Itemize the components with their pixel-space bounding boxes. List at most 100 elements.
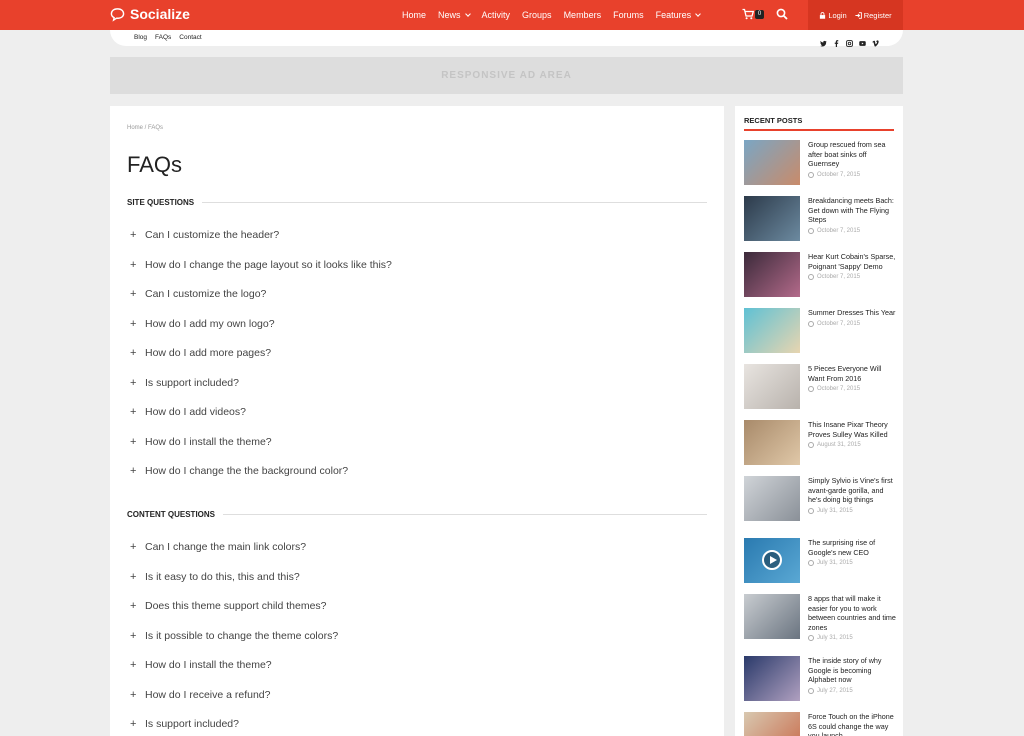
post-thumbnail[interactable] [744,252,800,297]
faq-section-content: CONTENT QUESTIONS + Can I change the main… [127,508,707,736]
clock-icon [808,635,814,641]
recent-post[interactable]: 8 apps that will make it easier for you … [744,594,898,641]
recent-post[interactable]: Force Touch on the iPhone 6S could chang… [744,712,898,736]
subnav-blog[interactable]: Blog [134,34,147,41]
post-date-text: October 7, 2015 [817,320,861,327]
post-title[interactable]: Simply Sylvio is Vine's first avant-gard… [808,476,896,505]
faq-item[interactable]: + How do I receive a refund? [127,689,707,719]
top-navigation-inner: Socialize Home News Activity Groups Members F… [110,0,903,30]
post-title[interactable]: 5 Pieces Everyone Will Want From 2016 [808,364,896,383]
faq-item[interactable]: + How do I add my own logo? [127,318,707,348]
recent-post[interactable]: The surprising rise of Google's new CEO J… [744,538,898,583]
plus-icon: + [130,600,137,612]
vimeo-icon[interactable] [872,34,879,47]
post-title[interactable]: Summer Dresses This Year [808,308,896,318]
post-thumbnail[interactable] [744,196,800,241]
register-button[interactable]: Register [855,11,892,20]
clock-icon [808,507,814,514]
post-date-text: July 31, 2015 [817,560,853,566]
main-navigation: Home News Activity Groups Members Forums Featu… [396,0,706,30]
faq-item[interactable]: + Can I customize the header? [127,229,707,259]
post-title[interactable]: Breakdancing meets Bach: Get down with T… [808,196,896,225]
faq-question: How do I install the theme? [145,435,272,448]
clock-icon [808,442,814,448]
site-logo[interactable]: Socialize [110,6,190,22]
facebook-icon[interactable] [833,34,840,47]
faq-question: How do I change the page layout so it lo… [145,258,392,271]
post-thumbnail[interactable] [744,538,800,583]
clock-icon [808,687,814,694]
youtube-icon[interactable] [859,34,866,46]
faq-question: Is support included? [145,376,239,389]
register-label: Register [863,10,892,20]
faq-item[interactable]: + How do I add videos? [127,406,707,436]
recent-post[interactable]: Group rescued from sea after boat sinks … [744,140,898,185]
play-icon [762,550,782,570]
top-navigation-bar: Socialize Home News Activity Groups Members F… [0,0,1024,30]
faq-item[interactable]: + Is support included? [127,377,707,407]
post-title[interactable]: 8 apps that will make it easier for you … [808,594,896,632]
faq-item[interactable]: + How do I change the the background colo… [127,465,707,495]
faq-item[interactable]: + Is it possible to change the theme colo… [127,630,707,660]
faq-question: How do I add my own logo? [145,317,275,330]
breadcrumb: Home / FAQs [127,125,164,131]
faq-item[interactable]: + How do I install the theme? [127,659,707,689]
post-date-text: July 27, 2015 [817,687,853,694]
nav-item-activity[interactable]: Activity [482,10,511,20]
faq-item[interactable]: + Can I customize the logo? [127,288,707,318]
faq-item[interactable]: + How do I add more pages? [127,347,707,377]
clock-icon [808,386,814,392]
faq-item[interactable]: + Can I change the main link colors? [127,541,707,571]
post-thumbnail[interactable] [744,656,800,701]
cart-button[interactable]: 0 [742,8,764,20]
nav-item-groups[interactable]: Groups [522,10,552,20]
recent-post[interactable]: Breakdancing meets Bach: Get down with T… [744,196,898,241]
faq-item[interactable]: + Is support included? [127,718,707,736]
nav-item-forums[interactable]: Forums [613,10,644,20]
instagram-icon[interactable] [846,34,853,47]
post-body: Summer Dresses This Year October 7, 2015 [808,308,896,353]
login-button[interactable]: Login [819,11,847,20]
nav-item-home[interactable]: Home [402,10,426,20]
post-thumbnail[interactable] [744,308,800,353]
faq-item[interactable]: + How do I install the theme? [127,436,707,466]
post-thumbnail[interactable] [744,364,800,409]
nav-item-news[interactable]: News [438,10,471,20]
post-date-text: October 7, 2015 [817,274,861,280]
post-date: July 31, 2015 [808,635,896,641]
post-title[interactable]: The surprising rise of Google's new CEO [808,538,896,557]
faq-item[interactable]: + Is it easy to do this, this and this? [127,571,707,601]
post-title[interactable]: Force Touch on the iPhone 6S could chang… [808,712,896,736]
nav-item-features[interactable]: Features [656,10,701,20]
plus-icon: + [130,541,137,553]
secondary-bar: Blog FAQs Contact [110,30,903,47]
post-thumbnail[interactable] [744,140,800,185]
recent-post[interactable]: Hear Kurt Cobain's Sparse, Poignant 'Sap… [744,252,898,297]
faq-item[interactable]: + Does this theme support child themes? [127,600,707,630]
post-title[interactable]: The inside story of why Google is becomi… [808,656,896,685]
post-title[interactable]: This Insane Pixar Theory Proves Sulley W… [808,420,896,439]
recent-post[interactable]: Summer Dresses This Year October 7, 2015 [744,308,898,353]
search-icon[interactable] [776,8,788,20]
plus-icon: + [130,347,137,359]
subnav-faqs[interactable]: FAQs [155,34,171,41]
post-thumbnail[interactable] [744,476,800,521]
nav-item-members[interactable]: Members [564,10,602,20]
ad-banner[interactable]: RESPONSIVE AD AREA [110,57,903,94]
twitter-icon[interactable] [820,34,827,47]
recent-post[interactable]: The inside story of why Google is becomi… [744,656,898,701]
post-thumbnail[interactable] [744,594,800,639]
post-thumbnail[interactable] [744,712,800,736]
post-title[interactable]: Hear Kurt Cobain's Sparse, Poignant 'Sap… [808,252,896,271]
faq-item[interactable]: + How do I change the page layout so it l… [127,259,707,289]
post-thumbnail[interactable] [744,420,800,465]
faq-question: How do I receive a refund? [145,688,271,701]
post-title[interactable]: Group rescued from sea after boat sinks … [808,140,896,169]
main-content: Home / FAQs FAQs SITE QUESTIONS + Can I c… [110,106,724,736]
recent-post[interactable]: Simply Sylvio is Vine's first avant-gard… [744,476,898,521]
clock-icon [808,171,814,178]
recent-post[interactable]: 5 Pieces Everyone Will Want From 2016 Oct… [744,364,898,409]
recent-post[interactable]: This Insane Pixar Theory Proves Sulley W… [744,420,898,465]
nav-item-label: Activity [481,10,511,20]
subnav-contact[interactable]: Contact [179,34,201,41]
